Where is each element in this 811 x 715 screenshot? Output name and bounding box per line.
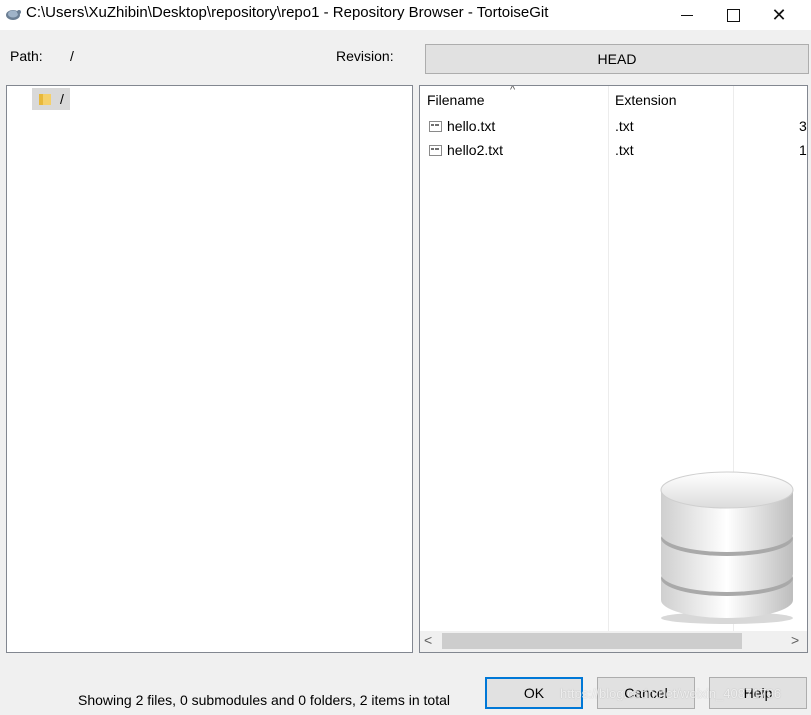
close-icon: ✕ (771, 4, 787, 25)
revision-button[interactable]: HEAD (425, 44, 809, 74)
title-bar: C:\Users\XuZhibin\Desktop\repository\rep… (0, 0, 811, 30)
column-divider (608, 86, 609, 631)
scroll-right-icon[interactable]: > (791, 632, 799, 648)
tree-item-label: / (60, 91, 64, 107)
column-header-extension[interactable]: Extension (615, 86, 676, 114)
path-label: Path: (10, 48, 43, 64)
folder-icon (39, 94, 51, 105)
maximize-button[interactable] (710, 0, 756, 30)
file-list[interactable]: Filename ^ Extension hello.txt .txt 3 he… (419, 85, 808, 653)
cancel-button[interactable]: Cancel (597, 677, 695, 709)
scroll-thumb[interactable] (442, 633, 742, 649)
text-file-icon (429, 144, 442, 156)
ok-button[interactable]: OK (485, 677, 583, 709)
window-title: C:\Users\XuZhibin\Desktop\repository\rep… (26, 4, 549, 21)
file-size: 1 (799, 142, 807, 158)
folder-tree[interactable]: / (6, 85, 413, 653)
file-row[interactable]: hello.txt .txt 3 (420, 114, 807, 138)
tree-item-root[interactable]: / (32, 88, 70, 110)
help-button[interactable]: Help (709, 677, 807, 709)
text-file-icon (429, 120, 442, 132)
file-row[interactable]: hello2.txt .txt 1 (420, 138, 807, 162)
file-name: hello2.txt (447, 142, 504, 158)
file-extension: .txt (615, 118, 634, 134)
minimize-icon (681, 14, 693, 16)
file-extension: .txt (615, 142, 634, 158)
file-name: hello.txt (447, 118, 496, 134)
database-icon (660, 471, 794, 624)
path-value: / (70, 48, 74, 64)
close-button[interactable]: ✕ (756, 0, 802, 30)
horizontal-scrollbar[interactable]: < > (420, 631, 807, 652)
minimize-button[interactable] (664, 0, 710, 30)
revision-label: Revision: (336, 48, 394, 64)
sort-ascending-icon: ^ (510, 85, 516, 96)
scroll-left-icon[interactable]: < (424, 632, 432, 648)
tortoisegit-icon (6, 10, 21, 20)
file-size: 3 (799, 118, 807, 134)
column-header-filename[interactable]: Filename (427, 86, 485, 114)
maximize-icon (726, 8, 740, 22)
status-text: Showing 2 files, 0 submodules and 0 fold… (78, 692, 450, 708)
